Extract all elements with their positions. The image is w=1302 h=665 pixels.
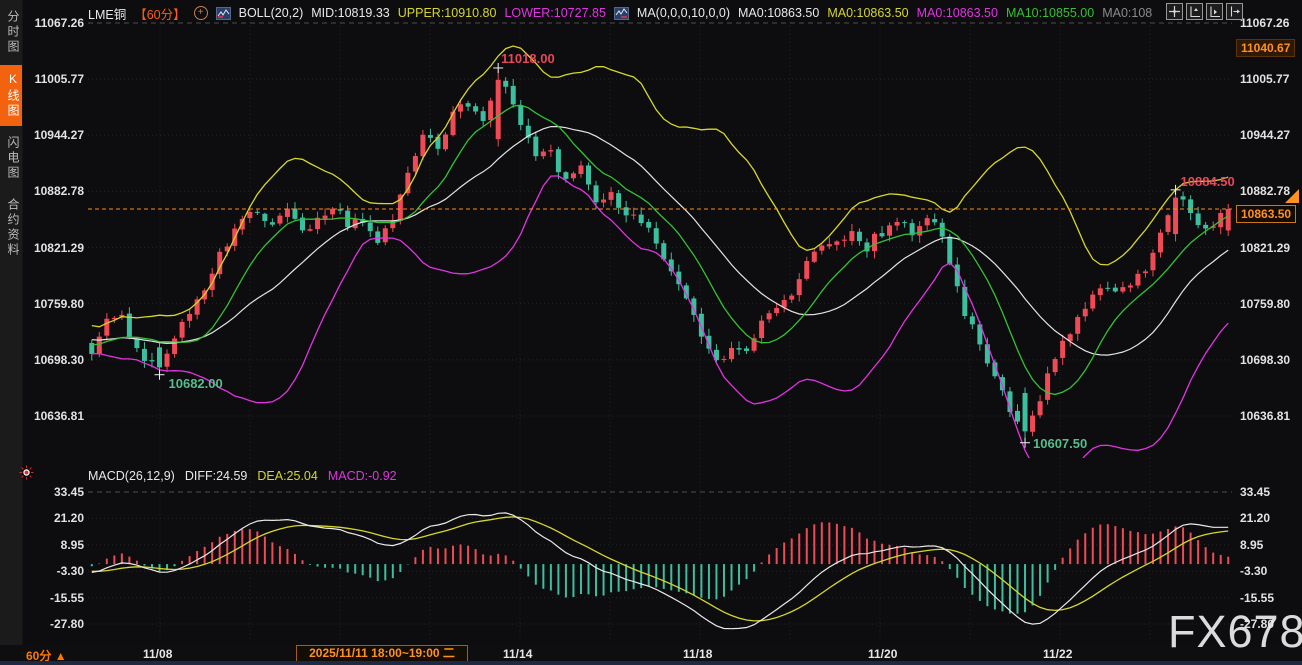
price-tick-left: 10698.30 [26, 353, 84, 367]
price-tick-right: 10944.27 [1240, 128, 1290, 142]
add-compare-icon[interactable]: + [194, 6, 208, 20]
price-tick-left: 10821.29 [26, 241, 84, 255]
sidebar-tab-contract-info[interactable]: 合约资料 [0, 191, 22, 265]
macd-tick-right: 33.45 [1240, 485, 1270, 499]
date-tick: 11/20 [868, 647, 897, 661]
bottom-accent-bar [0, 661, 1302, 665]
ma-value: MA10:10855.00 [1006, 6, 1094, 20]
price-tick-right: 11067.26 [1240, 16, 1289, 30]
boll-indicator-icon[interactable] [216, 7, 231, 20]
price-tick-right: 10882.78 [1240, 184, 1290, 198]
price-tick-right: 10698.30 [1240, 353, 1290, 367]
macd-tick-right: 21.20 [1240, 511, 1270, 525]
ma-label: MA(0,0,0,10,0,0) [637, 6, 730, 20]
price-tick-left: 10944.27 [26, 128, 84, 142]
macd-legend: MACD(26,12,9) DIFF:24.59 DEA:25.04 MACD:… [88, 469, 397, 483]
price-tick-left: 10759.80 [26, 297, 84, 311]
high-price-annotation: 11018.00 [501, 51, 555, 66]
date-tick: 11/14 [503, 647, 532, 661]
boll-upper-value: UPPER:10910.80 [398, 6, 497, 20]
ma-value: MA0:10863.50 [738, 6, 819, 20]
indicator-legend: LME铜 【60分】 + BOLL(20,2) MID:10819.33 UPP… [88, 5, 1160, 21]
boll-mid-value: MID:10819.33 [311, 6, 390, 20]
price-tick-right: 11005.77 [1240, 72, 1289, 86]
macd-panel-icon[interactable] [19, 465, 34, 485]
macd-dea-value: DEA:25.04 [257, 469, 317, 483]
candlestick-chart-canvas[interactable] [0, 0, 1302, 665]
date-tick: 11/22 [1043, 647, 1072, 661]
macd-hist-value: MACD:-0.92 [328, 469, 397, 483]
recent-low-annotation: 10607.50 [1033, 436, 1087, 451]
price-tick-left: 11067.26 [26, 16, 84, 30]
trading-app-window: 分时图 K线图 闪电图 合约资料 LME铜 【60分】 + BOLL(20,2)… [0, 0, 1302, 665]
macd-tick-left: -27.80 [26, 617, 84, 631]
price-tick-left: 10636.81 [26, 409, 84, 423]
macd-tick-right: 8.95 [1240, 538, 1263, 552]
ma-value: MA0:108 [1102, 6, 1152, 20]
macd-tick-left: 33.45 [26, 485, 84, 499]
recent-high-annotation: 10884.50 [1181, 174, 1235, 189]
sidebar-tab-timeshare[interactable]: 分时图 [0, 3, 22, 62]
ma-value: MA0:10863.50 [827, 6, 908, 20]
boll-lower-value: LOWER:10727.85 [504, 6, 605, 20]
price-tick-right: 10821.29 [1240, 241, 1290, 255]
macd-tick-right: -3.30 [1240, 564, 1267, 578]
macd-tick-left: -3.30 [26, 564, 84, 578]
ref-price-badge: 11040.67 [1236, 39, 1295, 57]
period-label: 【60分】 [134, 5, 185, 21]
price-tick-right: 10636.81 [1240, 409, 1290, 423]
price-tick-right: 10759.80 [1240, 297, 1290, 311]
crosshair-tool-icon[interactable] [1166, 3, 1183, 20]
date-tick: 11/18 [683, 647, 712, 661]
macd-tick-right: -15.55 [1240, 591, 1274, 605]
chart-toolbar [1166, 3, 1243, 20]
sidebar-tab-kline[interactable]: K线图 [0, 65, 22, 126]
macd-title: MACD(26,12,9) [88, 469, 175, 483]
chart-type-sidebar: 分时图 K线图 闪电图 合约资料 [0, 0, 23, 645]
date-tick: 11/08 [143, 647, 172, 661]
time-axis: 60分 ▲ 2025/11/11 18:00~19:00 二 11/0811/1… [0, 645, 1302, 661]
y-axis-scale-icon[interactable] [1186, 3, 1203, 20]
sidebar-tab-lightning[interactable]: 闪电图 [0, 129, 22, 188]
crosshair-date-label: 2025/11/11 18:00~19:00 二 [296, 645, 468, 662]
pan-right-icon[interactable] [1226, 3, 1243, 20]
fx678-watermark: FX678 [1168, 606, 1302, 658]
last-price-badge: 10863.50 [1236, 205, 1296, 223]
macd-tick-left: 8.95 [26, 538, 84, 552]
ma-indicator-icon[interactable] [614, 7, 629, 20]
boll-label: BOLL(20,2) [239, 6, 304, 20]
macd-tick-left: -15.55 [26, 591, 84, 605]
ma-value: MA0:10863.50 [917, 6, 998, 20]
low-price-annotation: 10682.00 [169, 376, 223, 391]
macd-tick-left: 21.20 [26, 511, 84, 525]
ma-values: MA0:10863.50 MA0:10863.50 MA0:10863.50 MA10… [738, 6, 1152, 20]
price-tick-left: 10882.78 [26, 184, 84, 198]
price-tick-left: 11005.77 [26, 72, 84, 86]
symbol-label: LME铜 [88, 5, 126, 21]
x-axis-scale-icon[interactable] [1206, 3, 1223, 20]
macd-diff-value: DIFF:24.59 [185, 469, 248, 483]
